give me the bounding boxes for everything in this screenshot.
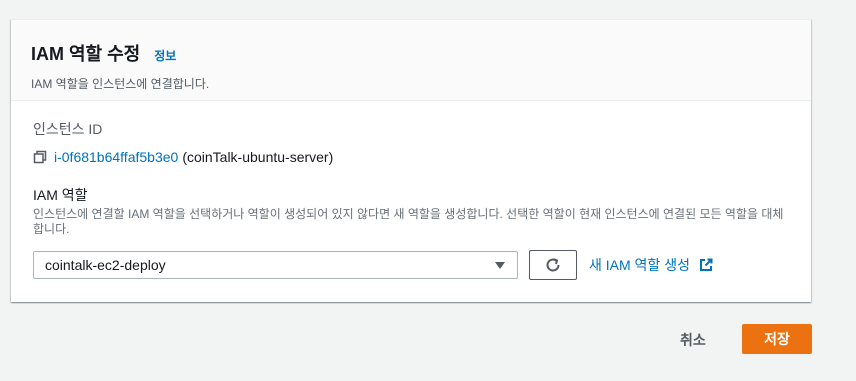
instance-row: i-0f681b64ffaf5b3e0 (coinTalk-ubuntu-ser…: [33, 149, 789, 165]
caret-down-icon: [495, 261, 505, 269]
save-button[interactable]: 저장: [742, 324, 812, 354]
edit-iam-role-panel: IAM 역할 수정 정보 IAM 역할을 인스턴스에 연결합니다. 인스턴스 I…: [11, 19, 811, 302]
cancel-button[interactable]: 취소: [680, 326, 706, 354]
info-link[interactable]: 정보: [154, 47, 176, 64]
external-link-icon: [699, 258, 713, 272]
iam-role-selected-value: cointalk-ec2-deploy: [45, 257, 166, 273]
iam-role-description: 인스턴스에 연결할 IAM 역할을 선택하거나 역할이 생성되어 있지 않다면 …: [33, 207, 784, 236]
panel-body: 인스턴스 ID i-0f681b64ffaf5b3e0 (coinTalk-ub…: [11, 101, 811, 280]
title-row: IAM 역할 수정 정보: [31, 40, 791, 66]
panel-header: IAM 역할 수정 정보 IAM 역할을 인스턴스에 연결합니다.: [11, 20, 811, 101]
refresh-icon: [546, 258, 560, 272]
role-controls: cointalk-ec2-deploy 새 IAM 역할 생성: [33, 250, 789, 280]
instance-name: (coinTalk-ubuntu-server): [182, 149, 334, 165]
instance-id-label: 인스턴스 ID: [33, 121, 103, 137]
page-title: IAM 역할 수정: [31, 44, 141, 64]
refresh-button[interactable]: [529, 250, 577, 280]
iam-role-label: IAM 역할: [33, 187, 88, 203]
iam-role-select[interactable]: cointalk-ec2-deploy: [33, 251, 518, 279]
instance-id-link[interactable]: i-0f681b64ffaf5b3e0: [54, 149, 178, 165]
page-subtitle: IAM 역할을 인스턴스에 연결합니다.: [31, 77, 210, 91]
create-iam-role-link[interactable]: 새 IAM 역할 생성: [589, 255, 713, 275]
copy-icon[interactable]: [33, 150, 47, 164]
create-iam-role-label: 새 IAM 역할 생성: [589, 257, 690, 273]
